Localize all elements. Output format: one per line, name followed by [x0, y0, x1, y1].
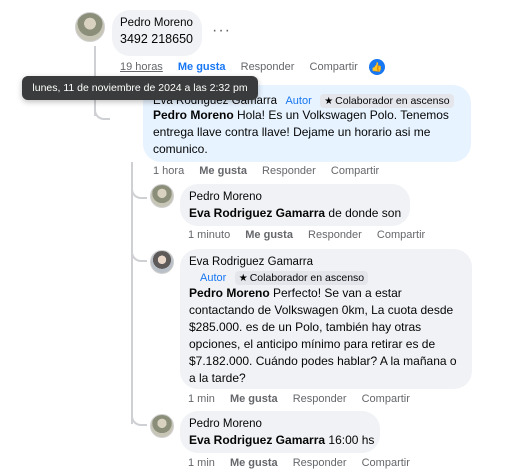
autor-badge: Autor	[200, 272, 227, 284]
reply-badges: Autor ★ Colaborador en ascenso	[200, 268, 369, 286]
timestamp-link[interactable]: 1 hora	[153, 165, 184, 177]
more-dots-icon[interactable]: ···	[212, 22, 231, 40]
avatar[interactable]	[150, 250, 174, 274]
reply-bubble: Pedro Moreno Eva Rodriguez Gamarra 16:00…	[180, 411, 380, 453]
mention-link[interactable]: Pedro Moreno	[153, 108, 234, 122]
avatar[interactable]	[150, 414, 174, 438]
reply-button[interactable]: Responder	[293, 457, 347, 469]
collaborator-badge: ★ Colaborador en ascenso	[320, 94, 454, 108]
reply-actions: 1 hora Me gusta Responder Compartir	[153, 165, 391, 177]
thread-line-replies	[131, 162, 133, 424]
reply-button[interactable]: Responder	[241, 61, 295, 73]
reply-bubble: Eva Rodriguez Gamarra Autor ★ Colaborador…	[180, 249, 472, 389]
share-button[interactable]: Compartir	[362, 393, 410, 405]
share-button[interactable]: Compartir	[362, 457, 410, 469]
reply-author[interactable]: Pedro Moreno	[189, 418, 262, 430]
avatar[interactable]	[75, 12, 105, 42]
reply-text: Eva Rodriguez Gamarra 16:00 hs	[189, 433, 375, 447]
star-icon: ★	[238, 273, 248, 284]
like-button[interactable]: Me gusta	[245, 229, 293, 241]
comment-bubble: Pedro Moreno 3492 218650	[112, 10, 202, 56]
reply-author[interactable]: Pedro Moreno	[189, 191, 262, 203]
timestamp-link[interactable]: 1 min	[188, 393, 215, 405]
like-button[interactable]: Me gusta	[230, 457, 278, 469]
comment-author[interactable]: Pedro Moreno	[120, 17, 193, 29]
reply-button[interactable]: Responder	[262, 165, 316, 177]
timestamp-link[interactable]: 1 minuto	[188, 229, 230, 241]
avatar[interactable]	[150, 184, 174, 208]
reply-actions: 1 min Me gusta Responder Compartir	[188, 393, 422, 405]
share-button[interactable]: Compartir	[377, 229, 425, 241]
reply-button[interactable]: Responder	[293, 393, 347, 405]
timestamp-link[interactable]: 19 horas	[120, 61, 163, 73]
like-button[interactable]: Me gusta	[199, 165, 247, 177]
like-button[interactable]: Me gusta	[178, 61, 226, 73]
thread-curve	[94, 104, 110, 120]
thread-curve	[131, 410, 147, 426]
reply-actions: 1 minuto Me gusta Responder Compartir	[188, 229, 437, 241]
mention-link[interactable]: Eva Rodriguez Gamarra	[189, 433, 325, 447]
comment-text: 3492 218650	[120, 32, 193, 46]
share-button[interactable]: Compartir	[331, 165, 379, 177]
reply-bubble: Pedro Moreno Eva Rodriguez Gamarra de do…	[180, 184, 410, 226]
reply-text: Pedro Moreno Perfecto! Se van a estar co…	[189, 286, 457, 385]
thread-curve	[131, 183, 147, 199]
reply-button[interactable]: Responder	[308, 229, 362, 241]
reply-author[interactable]: Eva Rodriguez Gamarra	[189, 256, 313, 268]
star-icon: ★	[324, 96, 334, 107]
thread-curve	[131, 246, 147, 262]
reply-actions: 1 min Me gusta Responder Compartir	[188, 457, 422, 469]
share-button[interactable]: Compartir	[310, 61, 358, 73]
collaborator-badge: ★ Colaborador en ascenso	[234, 271, 369, 285]
mention-link[interactable]: Pedro Moreno	[189, 286, 270, 300]
like-button[interactable]: Me gusta	[230, 393, 278, 405]
thumbs-up-icon[interactable]: 👍	[369, 59, 385, 75]
mention-link[interactable]: Eva Rodriguez Gamarra	[189, 206, 325, 220]
autor-badge: Autor	[285, 95, 312, 107]
timestamp-link[interactable]: 1 min	[188, 457, 215, 469]
reply-text: Eva Rodriguez Gamarra de donde son	[189, 206, 402, 220]
reply-text: Pedro Moreno Hola! Es un Volkswagen Polo…	[153, 108, 449, 156]
comment-actions: 19 horas Me gusta Responder Compartir	[120, 61, 370, 73]
timestamp-tooltip: lunes, 11 de noviembre de 2024 a las 2:3…	[22, 76, 258, 100]
